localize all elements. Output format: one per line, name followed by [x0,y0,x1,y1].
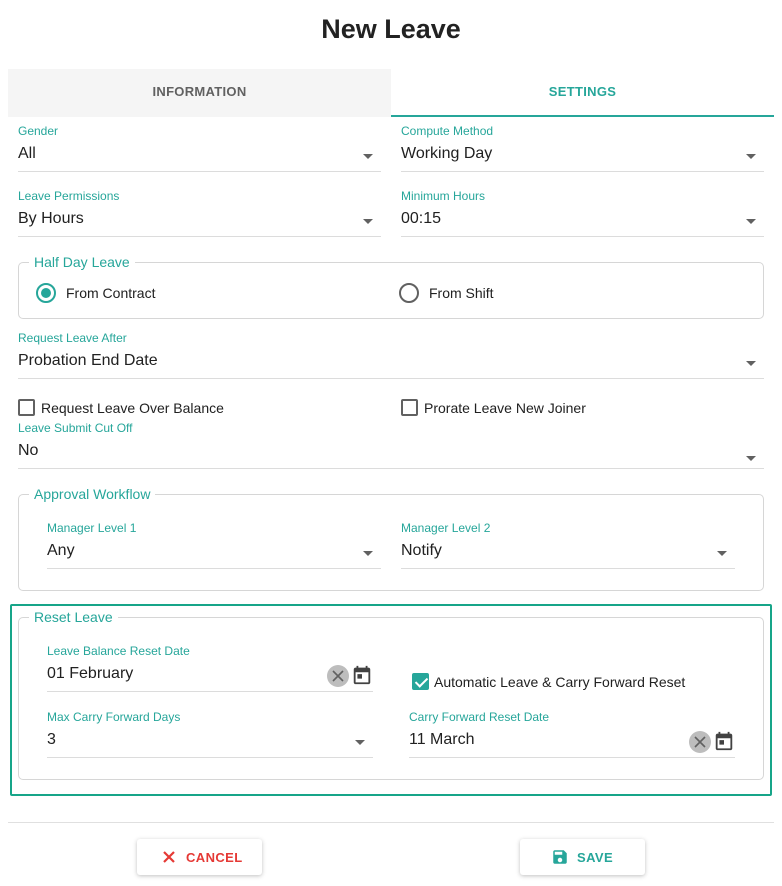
gender-select[interactable]: All [18,132,381,172]
prorate-new-joiner-label: Prorate Leave New Joiner [424,400,586,416]
tab-information[interactable]: INFORMATION [8,69,391,117]
manager-level-2-value: Notify [401,542,442,559]
dropdown-arrow-icon [746,154,756,159]
half-day-leave-group: Half Day Leave From Contract From Shift [18,254,764,319]
gender-value: All [18,145,36,162]
manager-level-1-select[interactable]: Any [47,529,381,569]
leave-submit-cut-off-value: No [18,442,39,459]
calendar-icon[interactable] [713,730,735,752]
minimum-hours-value: 00:15 [401,210,442,227]
request-leave-after-select[interactable]: Probation End Date [18,339,764,379]
approval-workflow-group: Approval Workflow Manager Level 1 Any Ma… [18,486,764,591]
reset-leave-legend: Reset Leave [29,609,118,625]
compute-method-select[interactable]: Working Day [401,132,764,172]
tab-settings[interactable]: SETTINGS [391,69,774,117]
save-button-label: SAVE [577,850,614,865]
dropdown-arrow-icon [363,154,373,159]
dropdown-arrow-icon [363,551,373,556]
manager-level-1-value: Any [47,542,75,559]
minimum-hours-select[interactable]: 00:15 [401,197,764,237]
cancel-button[interactable]: CANCEL [137,839,262,875]
automatic-reset-checkbox[interactable]: Automatic Leave & Carry Forward Reset [412,673,752,693]
dropdown-arrow-icon [717,551,727,556]
prorate-new-joiner-checkbox[interactable]: Prorate Leave New Joiner [401,399,701,419]
dropdown-arrow-icon [746,361,756,366]
radio-unchecked-icon [399,283,419,303]
carry-forward-reset-date-value: 11 March [409,731,475,748]
dialog-title: New Leave [321,14,461,44]
leave-submit-cut-off-select[interactable]: No [18,429,764,469]
cancel-button-label: CANCEL [186,850,243,865]
request-leave-after-value: Probation End Date [18,352,158,369]
request-over-balance-label: Request Leave Over Balance [41,400,224,416]
radio-from-shift[interactable]: From Shift [399,283,599,305]
radio-from-contract-label: From Contract [66,285,156,301]
radio-from-shift-label: From Shift [429,285,494,301]
footer-divider [8,822,774,823]
checkbox-checked-icon [412,673,429,690]
save-icon [553,850,567,864]
save-button[interactable]: SAVE [520,839,645,875]
automatic-reset-label: Automatic Leave & Carry Forward Reset [434,674,686,690]
request-over-balance-checkbox[interactable]: Request Leave Over Balance [18,399,318,419]
dropdown-arrow-icon [363,219,373,224]
manager-level-2-select[interactable]: Notify [401,529,735,569]
checkbox-unchecked-icon [401,399,418,416]
close-icon [163,851,175,863]
radio-from-contract[interactable]: From Contract [36,283,236,305]
balance-reset-date-input[interactable]: 01 February [47,652,373,692]
dropdown-arrow-icon [746,456,756,461]
radio-checked-icon [36,283,56,303]
max-carry-forward-days-value: 3 [47,731,56,748]
dropdown-arrow-icon [746,219,756,224]
balance-reset-date-value: 01 February [47,665,134,682]
max-carry-forward-days-select[interactable]: 3 [47,718,373,758]
dropdown-arrow-icon [355,740,365,745]
reset-leave-group: Reset Leave Leave Balance Reset Date 01 … [18,609,764,780]
clear-icon[interactable] [689,731,711,753]
compute-method-value: Working Day [401,145,493,162]
leave-permissions-select[interactable]: By Hours [18,197,381,237]
approval-workflow-legend: Approval Workflow [29,486,156,502]
checkbox-unchecked-icon [18,399,35,416]
calendar-icon[interactable] [351,664,373,686]
clear-icon[interactable] [327,665,349,687]
leave-permissions-value: By Hours [18,210,84,227]
half-day-leave-legend: Half Day Leave [29,254,135,270]
carry-forward-reset-date-input[interactable]: 11 March [409,718,735,758]
tab-bar: INFORMATION SETTINGS [8,69,774,117]
